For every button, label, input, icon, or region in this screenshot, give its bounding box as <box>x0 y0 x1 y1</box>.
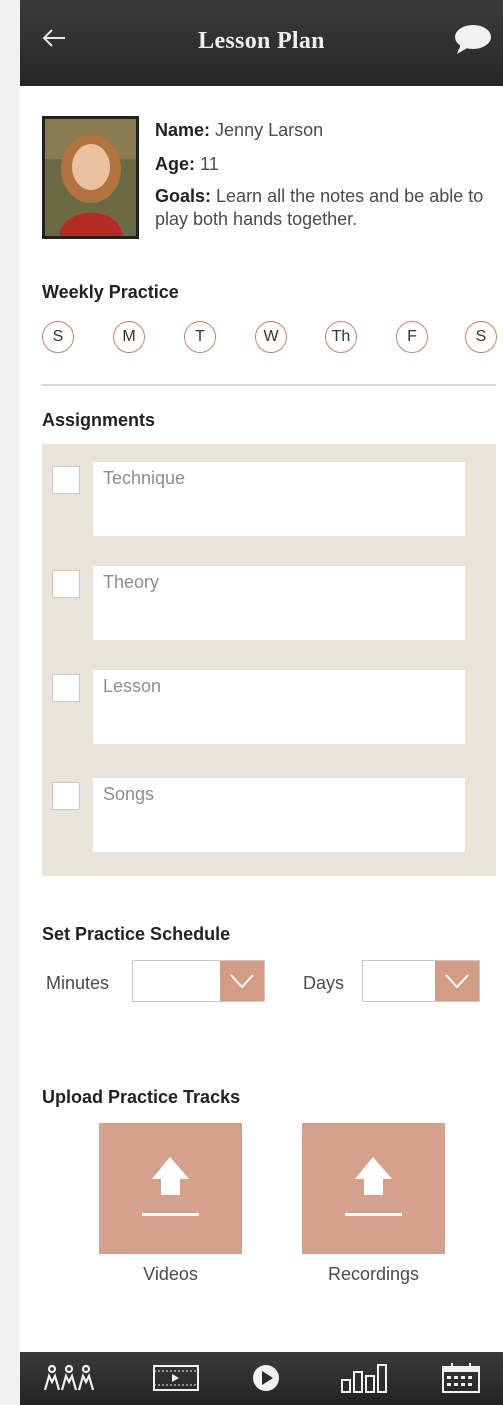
recordings-label: Recordings <box>327 1264 420 1284</box>
days-select[interactable] <box>362 960 480 1002</box>
play-icon[interactable] <box>246 1358 286 1398</box>
lesson-checkbox[interactable] <box>52 674 80 702</box>
bottom-nav <box>20 1352 503 1405</box>
day-wednesday[interactable]: W <box>255 321 287 353</box>
days-label: Days <box>303 973 345 993</box>
upload-icon <box>142 1157 199 1216</box>
videos-label: Videos <box>143 1264 198 1284</box>
theory-field[interactable]: Theory <box>93 566 465 640</box>
video-icon[interactable] <box>148 1358 204 1398</box>
day-tuesday[interactable]: T <box>184 321 216 353</box>
day-friday[interactable]: F <box>396 321 428 353</box>
day-monday[interactable]: M <box>113 321 145 353</box>
people-icon[interactable] <box>40 1358 98 1398</box>
minutes-select[interactable] <box>132 960 265 1002</box>
assignment-technique: Technique <box>42 444 496 536</box>
student-age: 11 <box>200 154 219 174</box>
day-thursday[interactable]: Th <box>325 321 357 353</box>
calendar-icon[interactable] <box>435 1358 487 1398</box>
chevron-down-icon[interactable] <box>220 961 264 1001</box>
age-label: Age: <box>155 154 195 174</box>
schedule-heading: Set Practice Schedule <box>42 924 231 944</box>
age-row: Age: 11 <box>155 151 495 177</box>
assignment-songs: Songs <box>42 760 496 852</box>
chevron-down-icon[interactable] <box>435 961 479 1001</box>
goals-label: Goals: <box>155 186 212 206</box>
top-bar: Lesson Plan <box>20 0 503 86</box>
student-info: Name: Jenny Larson Age: 11 Goals: Learn … <box>155 117 495 239</box>
student-name: Jenny Larson <box>215 120 324 140</box>
name-row: Name: Jenny Larson <box>155 117 495 143</box>
songs-field[interactable]: Songs <box>93 778 465 852</box>
lesson-field[interactable]: Lesson <box>93 670 465 744</box>
day-sunday[interactable]: S <box>42 321 74 353</box>
name-label: Name: <box>155 120 211 140</box>
upload-heading: Upload Practice Tracks <box>42 1087 241 1107</box>
window-edge <box>0 0 20 1405</box>
chat-bubble-icon[interactable] <box>453 22 497 62</box>
assignments-panel: Technique Theory Lesson Songs <box>42 444 496 876</box>
lesson-plan-screen: Lesson Plan Name: Jenny Larson Age: 11 G… <box>20 0 503 1405</box>
divider <box>42 384 496 386</box>
weekly-practice-heading: Weekly Practice <box>42 282 179 302</box>
goals-row: Goals: Learn all the notes and be able t… <box>155 185 495 231</box>
weekly-practice-days: S M T W Th F S <box>42 321 497 357</box>
upload-icon <box>345 1157 402 1216</box>
day-saturday[interactable]: S <box>465 321 497 353</box>
minutes-label: Minutes <box>46 973 110 993</box>
technique-checkbox[interactable] <box>52 466 80 494</box>
songs-checkbox[interactable] <box>52 782 80 810</box>
assignments-heading: Assignments <box>42 410 156 430</box>
technique-field[interactable]: Technique <box>93 462 465 536</box>
upload-recordings-button[interactable] <box>302 1123 445 1254</box>
theory-checkbox[interactable] <box>52 570 80 598</box>
chart-icon[interactable] <box>335 1358 393 1398</box>
student-avatar <box>42 116 139 239</box>
assignment-lesson: Lesson <box>42 652 496 744</box>
upload-videos-button[interactable] <box>99 1123 242 1254</box>
assignment-theory: Theory <box>42 548 496 640</box>
page-title: Lesson Plan <box>198 28 325 54</box>
